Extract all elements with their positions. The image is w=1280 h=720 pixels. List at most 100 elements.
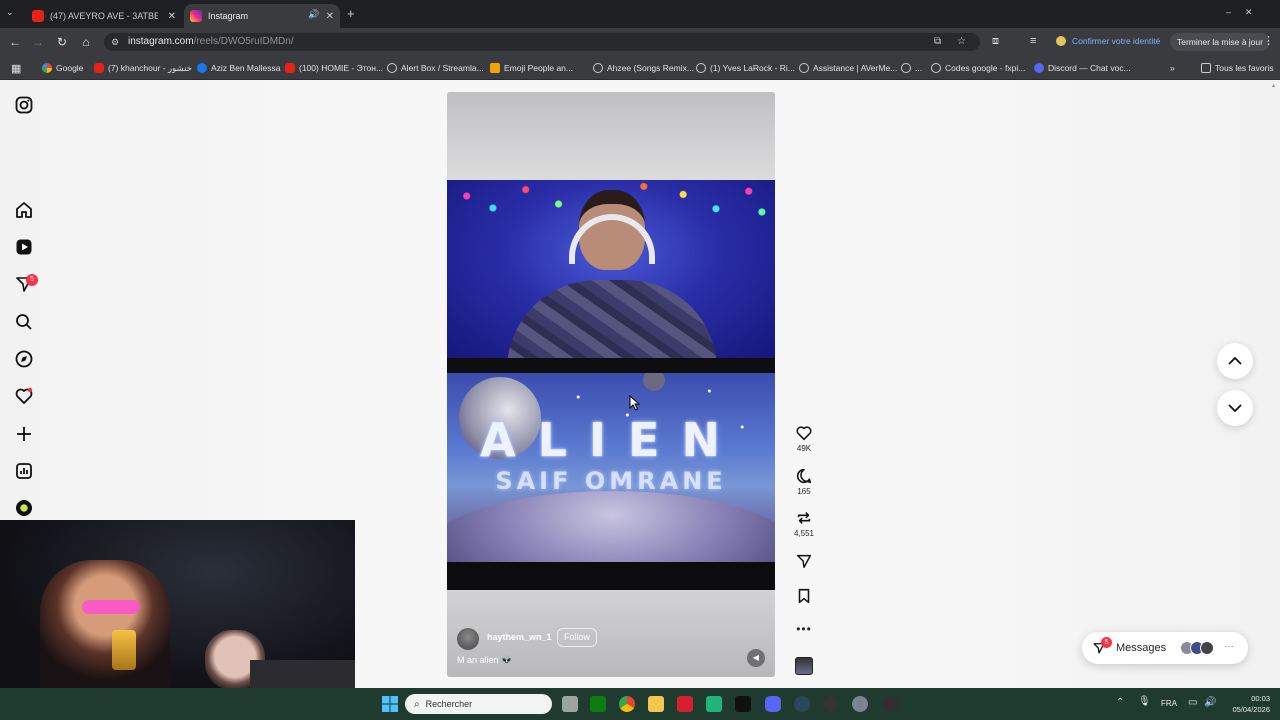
forward-icon[interactable]: → [30, 34, 46, 50]
bookmark-yves[interactable]: (1) Yves LaRock - Ri... [696, 61, 795, 75]
tab-instagram[interactable]: Instagram 🔊 ✕ [184, 4, 340, 28]
file-explorer-icon[interactable] [648, 696, 664, 712]
address-bar[interactable]: ⚙ instagram.com/reels/DWO5ruIDMDn/ ⧉ ☆ [104, 33, 980, 51]
more-options-icon[interactable]: ••• [790, 622, 818, 636]
all-bookmarks[interactable]: Tous les favoris [1201, 61, 1274, 75]
steam-icon[interactable] [794, 696, 810, 712]
apps-grid-icon[interactable]: ▦ [11, 61, 21, 75]
back-icon[interactable]: ← [7, 34, 23, 50]
home-icon[interactable]: ⌂ [78, 34, 94, 50]
youtube-icon [94, 63, 104, 73]
bookmark-star-icon[interactable]: ☆ [957, 33, 966, 51]
bookmark-google[interactable]: Google [42, 61, 83, 75]
bookmark-alertbox[interactable]: Alert Box / Streamla... [387, 61, 484, 75]
share-action[interactable] [790, 552, 818, 572]
notifications-heart-icon[interactable] [14, 386, 34, 406]
video-title-frame: ALIEN SAIF OMRANE [447, 373, 775, 562]
taskbar-search[interactable]: ⌕ Rechercher [405, 694, 552, 714]
audio-thumbnail[interactable] [795, 657, 813, 675]
extensions-icon[interactable]: ⧈ [992, 35, 999, 48]
bookmark-discord[interactable]: Discord — Chat voc... [1034, 61, 1131, 75]
close-tab-icon[interactable]: ✕ [168, 11, 176, 22]
media-controls-icon[interactable]: ≡ [1030, 35, 1036, 47]
network-icon[interactable]: ▭ [1188, 697, 1197, 708]
author-username[interactable]: haythem_wn_1 [487, 632, 552, 642]
dashboard-icon[interactable] [14, 461, 34, 481]
bookmark-aziz[interactable]: Aziz Ben Mallessa [197, 61, 280, 75]
home-icon[interactable] [14, 200, 34, 220]
next-reel-button[interactable] [1217, 390, 1253, 426]
adobe-app-icon[interactable] [677, 696, 693, 712]
taskbar-search-placeholder: Rechercher [425, 699, 473, 709]
bookmark-avermedia[interactable]: Assistance | AVerMe... [799, 61, 897, 75]
reel-title-main: ALIEN [480, 413, 742, 467]
system-tray-chevron-icon[interactable]: ⌃ [1116, 697, 1124, 708]
page-scrollbar[interactable]: ▴ [1272, 82, 1278, 686]
reel-video[interactable]: ALIEN SAIF OMRANE haythem_wn_1 Follow M … [447, 92, 775, 677]
clock[interactable]: 00:03 05/04/2026 [1224, 693, 1270, 715]
youtube-icon [32, 10, 44, 22]
all-bookmarks-label: Tous les favoris [1215, 63, 1274, 73]
reload-icon[interactable]: ↻ [54, 34, 70, 50]
bookmark-khanchour[interactable]: (7) khanchour - خنشور [94, 61, 192, 75]
share-icon [796, 554, 812, 569]
volume-icon[interactable]: 🔊 [1204, 697, 1216, 708]
media-player-icon[interactable] [823, 696, 839, 712]
author-avatar[interactable] [457, 628, 479, 650]
search-icon: ⌕ [414, 698, 420, 710]
site-info-icon[interactable]: ⚙ [111, 33, 119, 51]
xbox-app-icon[interactable] [590, 696, 606, 712]
tab-youtube[interactable]: (47) AVEYRO AVE - 3ATBET SEN ✕ [26, 4, 182, 28]
explore-compass-icon[interactable] [14, 349, 34, 369]
menu-kebab-icon[interactable]: ⋮ [1263, 34, 1274, 47]
reels-icon[interactable] [14, 237, 34, 257]
google-icon [42, 63, 52, 73]
instagram-logo-icon[interactable] [14, 95, 34, 115]
capcut-icon[interactable] [735, 696, 751, 712]
task-view-icon[interactable] [562, 696, 578, 712]
follow-button[interactable]: Follow [557, 628, 598, 647]
like-action[interactable]: 49K [790, 424, 818, 453]
chat-app-icon[interactable] [706, 696, 722, 712]
install-app-icon[interactable]: ⧉ [934, 33, 941, 51]
bookmark-misc[interactable]: ... [901, 61, 922, 75]
save-action[interactable] [790, 587, 818, 607]
previous-reel-button[interactable] [1217, 343, 1253, 379]
obs-icon[interactable] [882, 696, 898, 712]
bookmark-label: (7) khanchour - خنشور [108, 62, 192, 73]
settings-gear-icon[interactable] [852, 696, 868, 712]
bookmark-icon [798, 588, 810, 604]
update-button[interactable]: Terminer la mise à jour [1170, 33, 1270, 51]
mouse-cursor-icon [629, 395, 641, 411]
more-bookmarks-icon[interactable]: » [1170, 61, 1175, 75]
repost-action[interactable]: 4,551 [790, 509, 818, 538]
mute-button[interactable]: ◀ [747, 649, 765, 667]
bookmark-emoji[interactable]: Emoji People an... [490, 61, 573, 75]
messages-badge: 5 [1101, 637, 1112, 648]
bookmarks-bar: ▦ Google (7) khanchour - خنشور Aziz Ben … [0, 56, 1280, 80]
update-label: Terminer la mise à jour [1177, 37, 1263, 47]
url-host: instagram.com [128, 36, 194, 47]
windows-start-icon[interactable] [382, 696, 398, 712]
discord-icon[interactable] [765, 696, 781, 712]
identity-button[interactable]: Confirmer votre identité [1056, 36, 1160, 46]
follow-label: Follow [564, 632, 591, 642]
webcam-overlay [0, 520, 355, 690]
close-tab-icon[interactable]: ✕ [326, 11, 334, 22]
window-controls: –✕ [1226, 7, 1267, 17]
messages-button[interactable]: 5 Messages ··· [1082, 632, 1248, 664]
microphone-icon[interactable]: 🎙 [1138, 696, 1151, 707]
tab-list-chevron-icon[interactable]: ⌄ [6, 7, 14, 18]
profile-avatar[interactable] [16, 500, 32, 516]
speaker-icon[interactable]: 🔊 [308, 9, 319, 20]
bookmark-ahzee[interactable]: Ahzee (Songs Remix... [593, 61, 694, 75]
bookmark-homie[interactable]: (100) HOMIE - Этон... [285, 61, 383, 75]
create-plus-icon[interactable] [14, 424, 34, 444]
new-tab-button[interactable]: + [347, 6, 355, 21]
search-icon[interactable] [14, 312, 34, 332]
comment-action[interactable]: 165 [790, 467, 818, 496]
language-indicator[interactable]: FRA [1161, 699, 1177, 708]
bookmark-codes[interactable]: Codes google - fxpi... [931, 61, 1025, 75]
chrome-icon[interactable] [619, 696, 635, 712]
tab-instagram-title: Instagram [208, 11, 249, 21]
